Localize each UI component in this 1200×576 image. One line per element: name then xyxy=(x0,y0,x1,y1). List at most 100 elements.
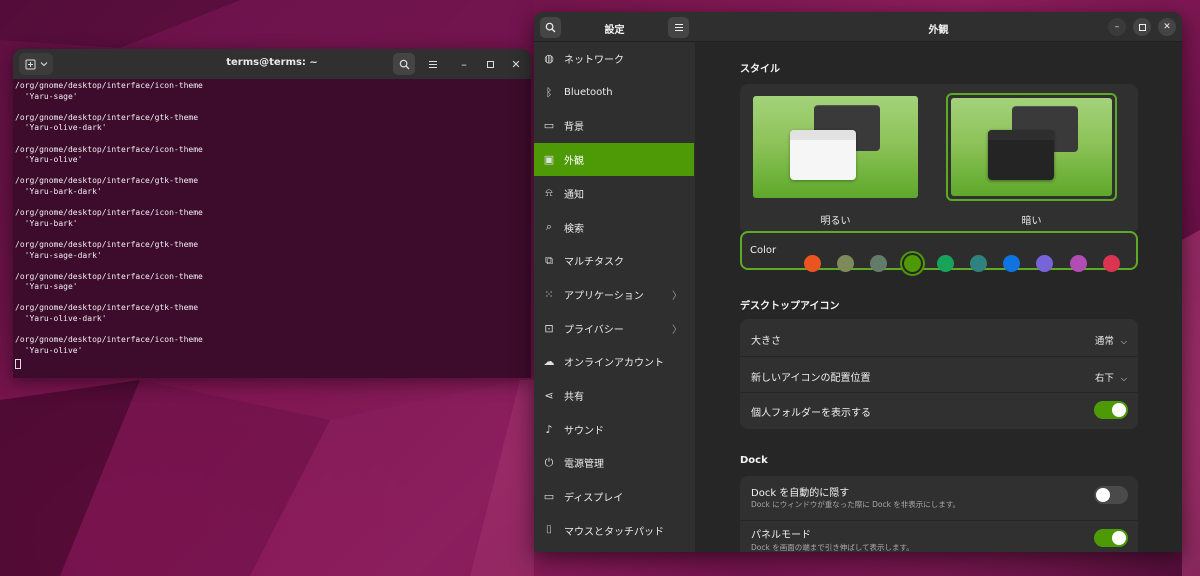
sidebar-item[interactable]: ⊡ プライバシー 〉 xyxy=(534,312,694,345)
maximize-button[interactable] xyxy=(1133,18,1151,36)
show-home-label: 個人フォルダーを表示する xyxy=(751,408,871,419)
dock-autohide-description: Dock にウィンドウが重なった際に Dock を非表示にします。 xyxy=(751,500,961,509)
close-button[interactable]: ✕ xyxy=(1158,18,1176,36)
sidebar-item[interactable]: ⌕ 検索 xyxy=(534,211,694,244)
terminal-menu-button[interactable] xyxy=(422,53,444,75)
terminal-search-button[interactable] xyxy=(393,53,415,75)
bell-icon: ⍾ xyxy=(545,186,553,200)
dark-style-label: 暗い xyxy=(1021,216,1042,227)
display-icon: ▭ xyxy=(543,490,555,504)
multitasking-icon: ⧉ xyxy=(545,253,553,267)
terminal-line: /org/gnome/desktop/interface/gtk-theme xyxy=(15,112,199,122)
minimize-button[interactable]: – xyxy=(1108,18,1126,36)
terminal-line: /org/gnome/desktop/interface/icon-theme xyxy=(15,271,203,281)
close-button[interactable]: ✕ xyxy=(505,53,527,75)
sidebar-item-label: 共有 xyxy=(564,392,584,403)
dark-style-option[interactable] xyxy=(946,93,1117,201)
icon-position-dropdown[interactable]: 右下 ⌵ xyxy=(1095,370,1127,384)
apps-grid-icon: ⁙ xyxy=(544,287,554,301)
icon-size-dropdown[interactable]: 通常 ⌵ xyxy=(1095,333,1127,347)
sidebar-item-label: プライバシー xyxy=(564,324,624,336)
icon-size-row[interactable]: 大きさ 通常 ⌵ xyxy=(740,320,1138,356)
dock-autohide-row[interactable]: Dock を自動的に隠す Dock にウィンドウが重なった際に Dock を非表… xyxy=(740,478,1138,518)
style-heading: スタイル xyxy=(740,64,780,75)
terminal-line: 'Yaru-olive' xyxy=(15,345,83,355)
sidebar-item-label: 通知 xyxy=(564,189,584,201)
chevron-down-icon: ⌵ xyxy=(1120,337,1127,346)
minimize-icon: – xyxy=(461,57,467,71)
color-label: Color xyxy=(750,245,777,256)
terminal-titlebar[interactable]: terms@terms: ~ – ✕ xyxy=(13,49,531,79)
color-swatch[interactable] xyxy=(804,255,821,272)
sidebar-item-label: アプリケーション xyxy=(564,290,644,302)
sidebar-item[interactable]: ⧉ マルチタスク xyxy=(534,244,694,277)
show-home-row[interactable]: 個人フォルダーを表示する xyxy=(740,392,1138,428)
maximize-icon xyxy=(486,60,494,68)
sidebar-item[interactable]: ♪ サウンド xyxy=(534,413,694,446)
sidebar-item-label: 背景 xyxy=(564,122,584,134)
terminal-cursor xyxy=(15,359,21,370)
terminal-output[interactable]: /org/gnome/desktop/interface/icon-theme … xyxy=(13,79,531,373)
mouse-icon: ⌷ xyxy=(545,523,553,537)
chevron-right-icon: 〉 xyxy=(672,290,682,302)
cloud-icon: ☁ xyxy=(543,355,555,369)
terminal-line: 'Yaru-sage' xyxy=(15,91,78,101)
sidebar-item[interactable]: ⋖ 共有 xyxy=(534,379,694,412)
color-swatch[interactable] xyxy=(903,255,921,272)
terminal-line: /org/gnome/desktop/interface/gtk-theme xyxy=(15,239,199,249)
appearance-icon: ▣ xyxy=(543,153,555,167)
minimize-button[interactable]: – xyxy=(453,53,475,75)
panel-mode-label: パネルモード xyxy=(751,530,811,541)
sidebar-item-label: ネットワーク xyxy=(564,55,624,66)
icon-position-row[interactable]: 新しいアイコンの配置位置 右下 ⌵ xyxy=(740,356,1138,392)
panel-mode-toggle[interactable] xyxy=(1094,529,1128,547)
terminal-line: 'Yaru-olive' xyxy=(15,155,83,165)
terminal-line: 'Yaru-olive-dark' xyxy=(15,123,107,133)
chevron-down-icon: ⌵ xyxy=(1120,374,1127,383)
terminal-line: 'Yaru-bark-dark' xyxy=(15,186,102,196)
sidebar-item[interactable]: ☁ オンラインアカウント xyxy=(534,345,694,378)
color-swatch[interactable] xyxy=(936,255,954,272)
color-swatch[interactable] xyxy=(1069,255,1087,272)
sidebar-item[interactable]: ᛒ Bluetooth xyxy=(534,76,694,109)
icon-position-value: 右下 xyxy=(1094,373,1114,384)
main-header: 外観 – ✕ xyxy=(695,12,1182,42)
sidebar-item-label: マウスとタッチパッド xyxy=(564,526,664,538)
light-style-option[interactable] xyxy=(750,93,921,201)
minimize-icon: – xyxy=(1114,22,1120,32)
network-icon: ◍ xyxy=(544,52,554,65)
settings-window[interactable]: 設定 ◍ ネットワーク ᛒ Bluetooth ▭ 背景 ▣ 外観 ⍾ 通知 ⌕ 検索 ⧉ マルチタスク ⁙… xyxy=(534,12,1182,552)
share-icon: ⋖ xyxy=(544,389,554,402)
sidebar-item[interactable]: ⍾ 通知 xyxy=(534,177,694,210)
dock-heading: Dock xyxy=(740,455,768,466)
panel-mode-row[interactable]: パネルモード Dock を画面の端まで引き伸ばして表示します。 xyxy=(740,521,1138,552)
dock-autohide-toggle[interactable] xyxy=(1094,486,1128,504)
search-icon: ⌕ xyxy=(545,220,553,233)
music-note-icon: ♪ xyxy=(545,422,553,436)
terminal-window[interactable]: terms@terms: ~ – ✕ /org/gnome/desktop/in… xyxy=(13,49,531,378)
terminal-line: /org/gnome/desktop/interface/icon-theme xyxy=(15,144,203,154)
sidebar-item-label: マルチタスク xyxy=(564,257,624,269)
sidebar-item[interactable]: ◍ ネットワーク xyxy=(534,42,694,75)
settings-sidebar: 設定 ◍ ネットワーク ᛒ Bluetooth ▭ 背景 ▣ 外観 ⍾ 通知 ⌕ 検索 ⧉ マルチタスク ⁙… xyxy=(534,12,695,552)
sidebar-item[interactable]: ⁙ アプリケーション 〉 xyxy=(534,278,694,311)
sidebar-item[interactable]: ▭ ディスプレイ xyxy=(534,480,694,513)
terminal-line: /org/gnome/desktop/interface/icon-theme xyxy=(15,335,203,345)
sidebar-item[interactable]: ⏻ 電源管理 xyxy=(534,446,694,479)
sidebar-item[interactable]: ▣ 外観 xyxy=(534,143,694,177)
light-style-label: 明るい xyxy=(820,216,851,227)
color-swatch[interactable] xyxy=(970,255,987,272)
maximize-icon xyxy=(1138,23,1146,31)
maximize-button[interactable] xyxy=(479,53,501,75)
sidebar-item[interactable]: ⌷ マウスとタッチパッド xyxy=(534,514,694,547)
show-home-toggle[interactable] xyxy=(1094,401,1128,419)
terminal-line: /org/gnome/desktop/interface/gtk-theme xyxy=(15,303,199,313)
color-swatch[interactable] xyxy=(1102,255,1120,272)
settings-menu-button[interactable] xyxy=(668,17,689,38)
sidebar-item-label: 外観 xyxy=(564,156,584,168)
sidebar-item[interactable]: ▭ 背景 xyxy=(534,109,694,142)
